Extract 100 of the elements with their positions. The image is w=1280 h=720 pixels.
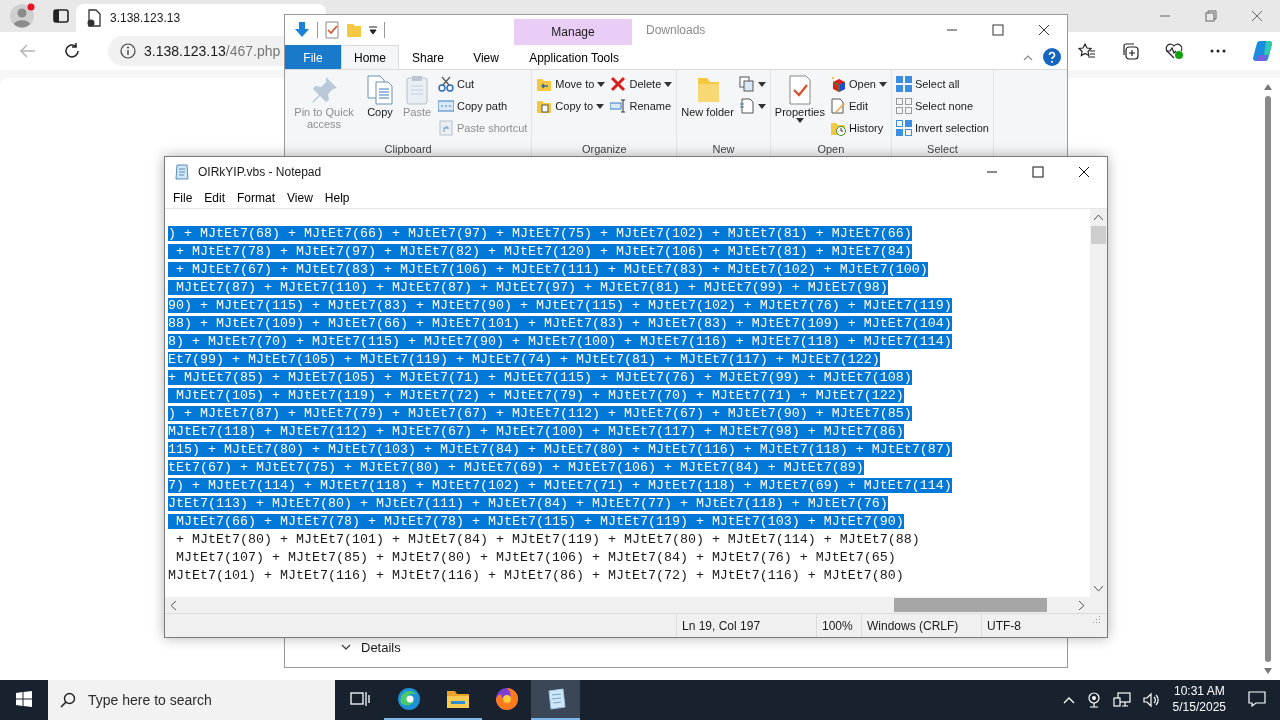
close-icon xyxy=(1038,24,1050,36)
group-label: Open xyxy=(816,141,846,157)
network-icon[interactable] xyxy=(1112,692,1131,708)
ribbon-button[interactable]: Delete xyxy=(608,74,675,94)
shortcut-icon xyxy=(438,120,454,136)
caret-icon[interactable] xyxy=(368,25,378,35)
notepad-icon xyxy=(174,164,190,180)
history-icon xyxy=(830,120,846,136)
fox-icon xyxy=(494,687,519,711)
group-label: Organize xyxy=(580,141,628,157)
download-icon[interactable] xyxy=(293,21,311,39)
path-icon xyxy=(438,98,454,114)
ribbon-button[interactable]: Select all xyxy=(893,74,962,94)
scroll-up-icon[interactable] xyxy=(1264,84,1272,90)
documents-icon xyxy=(364,74,396,106)
info-icon xyxy=(120,43,136,59)
collapse-icon xyxy=(1023,53,1033,61)
properties-icon[interactable] xyxy=(324,21,340,39)
ribbon-button[interactable]: Invert selection xyxy=(893,118,991,138)
open-icon xyxy=(830,76,846,92)
ribbon-tab[interactable]: Home xyxy=(341,45,399,69)
heart-icon[interactable] xyxy=(1164,42,1184,60)
status-text: 100% xyxy=(822,617,853,635)
ribbon-button[interactable]: Properties xyxy=(772,72,827,141)
scroll-up-icon[interactable] xyxy=(1094,214,1103,220)
search-input[interactable]: Type here to search xyxy=(86,688,326,712)
ribbon-button[interactable]: Copy xyxy=(362,72,398,141)
menu-item[interactable]: Help xyxy=(318,188,356,207)
resize-grip-icon xyxy=(1091,614,1101,624)
close-icon xyxy=(1078,166,1090,178)
menu-item[interactable]: View xyxy=(281,188,319,207)
scissors-icon xyxy=(438,76,454,92)
refresh-icon xyxy=(63,42,81,60)
tab-actions-icon[interactable] xyxy=(52,7,70,25)
grid-icon xyxy=(895,76,912,92)
ribbon-button[interactable]: Select none xyxy=(893,96,975,116)
clock[interactable]: 10:31 AM 5/15/2025 xyxy=(1164,680,1234,720)
camera-icon[interactable] xyxy=(1086,692,1101,708)
ribbon-button[interactable]: Move to xyxy=(534,74,608,94)
group-label: New xyxy=(711,141,736,157)
scroll-down-icon[interactable] xyxy=(1264,668,1272,674)
code-line: + MJtEt7(80) + MJtEt7(101) + MJtEt7(84) + MJtEt7(119) + MJtEt7(80) + MJtEt7(114) + MJtEt7(88) xyxy=(175,532,920,547)
ribbon-button[interactable]: Copy path xyxy=(436,96,510,116)
delete-icon xyxy=(610,76,627,92)
ribbon-button[interactable]: History xyxy=(828,118,886,138)
ribbon-button[interactable] xyxy=(736,74,768,94)
start-icon xyxy=(16,691,32,707)
ribbon-tab[interactable]: File xyxy=(285,45,341,69)
back-icon xyxy=(19,42,37,60)
maximize-icon xyxy=(1032,166,1044,178)
globe-icon xyxy=(396,687,421,711)
status-text: UTF-8 xyxy=(987,617,1021,635)
maximize-icon xyxy=(992,24,1004,36)
scrollbar-thumb[interactable] xyxy=(1091,226,1106,244)
context-tab-header: Manage xyxy=(514,19,632,45)
profile-icon[interactable] xyxy=(8,2,36,30)
ribbon-tab[interactable]: View xyxy=(457,45,516,69)
tab-title: 3.138.123.13 xyxy=(110,10,181,27)
status-text: Windows (CRLF) xyxy=(867,617,959,635)
menu-item[interactable]: Edit xyxy=(198,188,232,207)
window-title: OIRkYIP.vbs - Notepad xyxy=(198,164,322,181)
restore-icon xyxy=(1205,10,1217,22)
ribbon-button[interactable]: Rename xyxy=(608,96,674,116)
document-icon xyxy=(738,98,755,114)
favorites-icon[interactable] xyxy=(1078,42,1096,60)
details-label[interactable]: Details xyxy=(361,637,401,657)
edit-icon xyxy=(830,98,846,114)
ribbon-button[interactable]: Copy to xyxy=(534,96,607,116)
invert-icon xyxy=(895,120,912,136)
ribbon-button[interactable]: New folder xyxy=(679,72,736,141)
scroll-right-icon[interactable] xyxy=(1079,600,1085,610)
ribbon-button[interactable]: Open xyxy=(828,74,889,94)
new-item-icon xyxy=(738,76,755,92)
scrollbar-thumb[interactable] xyxy=(894,598,1047,612)
search-box[interactable]: Type here to search xyxy=(48,680,335,720)
ribbon-tab[interactable]: Share xyxy=(399,45,458,69)
ribbon-button[interactable]: Cut xyxy=(436,74,477,94)
folder-move-icon xyxy=(536,76,553,92)
code-line: MJtEt7(101) + MJtEt7(116) + MJtEt7(116) + MJtEt7(86) + MJtEt7(72) + MJtEt7(116) + MJtEt7(80) xyxy=(168,568,904,583)
chevron-up-icon[interactable] xyxy=(1062,696,1075,704)
window-title: Downloads xyxy=(645,22,707,39)
scroll-left-icon[interactable] xyxy=(170,600,176,610)
menu-item[interactable]: File xyxy=(167,188,199,207)
group-label: Select xyxy=(926,141,959,157)
ribbon-button[interactable]: Edit xyxy=(828,96,870,116)
chevron-icon[interactable] xyxy=(341,643,351,652)
notification-icon xyxy=(1248,691,1266,707)
task-view-icon xyxy=(349,690,370,708)
search-icon xyxy=(60,692,76,708)
ribbon-tab[interactable]: Application Tools xyxy=(515,45,634,69)
collections-icon[interactable] xyxy=(1121,42,1139,60)
scroll-down-icon[interactable] xyxy=(1094,586,1103,592)
rename-icon xyxy=(610,98,627,114)
help-icon[interactable] xyxy=(1043,48,1061,66)
status-text: Ln 19, Col 197 xyxy=(682,617,761,635)
scrollbar-thumb[interactable] xyxy=(1265,96,1271,662)
volume-icon[interactable] xyxy=(1142,692,1161,708)
taskbar-app[interactable] xyxy=(531,680,580,720)
document-icon xyxy=(86,9,102,27)
menu-item[interactable]: Format xyxy=(231,188,282,207)
